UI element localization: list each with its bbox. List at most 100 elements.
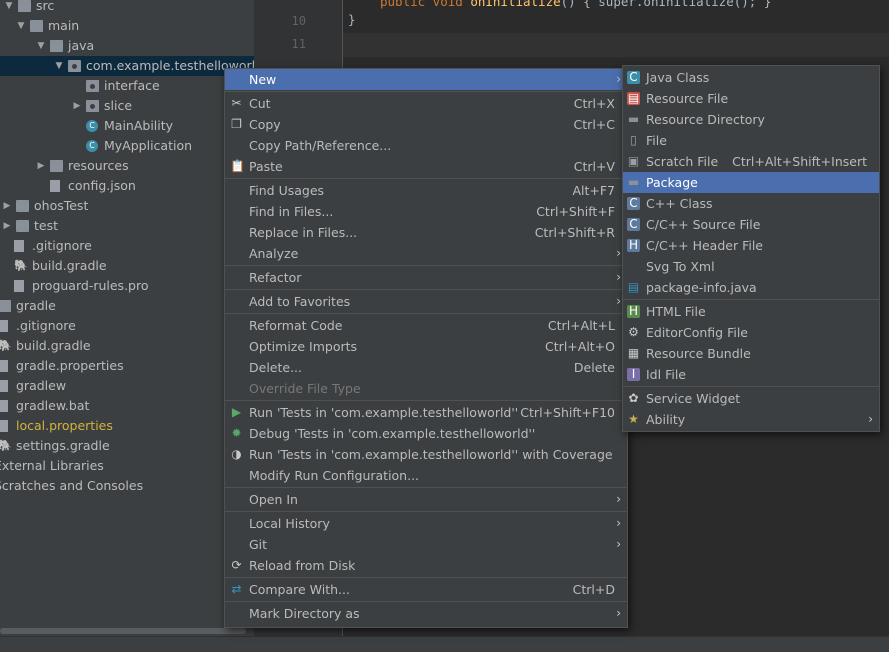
chevron-right-icon[interactable]: ▶	[36, 156, 46, 176]
tree-item[interactable]: proguard-rules.pro	[0, 276, 254, 296]
context-menu-item-reload-from-disk[interactable]: ⟳ Reload from Disk	[225, 555, 627, 576]
new-submenu-item-resource-file[interactable]: ▤ Resource File	[623, 88, 879, 109]
context-menu-item-copy-path-reference[interactable]: Copy Path/Reference...	[225, 135, 627, 156]
chevron-right-icon: ›	[616, 606, 621, 620]
chevron-down-icon[interactable]: ▼	[16, 16, 26, 36]
context-menu-item-find-usages[interactable]: Find Usages Alt+F7	[225, 180, 627, 201]
menu-item-shortcut: Ctrl+Alt+L	[547, 318, 615, 333]
context-menu-item-run-tests-in-com-example-testhelloworld[interactable]: ▶ Run 'Tests in 'com.example.testhellowor…	[225, 402, 627, 423]
cpp-source-icon: C	[627, 218, 640, 231]
context-menu-item-refactor[interactable]: Refactor ›	[225, 267, 627, 288]
chevron-right-icon[interactable]: ▶	[2, 196, 12, 216]
java-class-icon: C	[627, 71, 640, 84]
tree-item[interactable]: ▼ main	[0, 16, 254, 36]
tree-item[interactable]: 🐘 build.gradle	[0, 336, 254, 356]
new-submenu-item-file[interactable]: ▯ File	[623, 130, 879, 151]
tree-item[interactable]: 🐘 build.gradle	[0, 256, 254, 276]
menu-item-label: Find Usages	[249, 183, 325, 198]
new-submenu-item-java-class[interactable]: C Java Class	[623, 67, 879, 88]
menu-item-label: Optimize Imports	[249, 339, 358, 354]
tree-item[interactable]: C MainAbility	[0, 116, 254, 136]
gradle-icon: 🐘	[14, 259, 28, 272]
menu-item-label: Package	[646, 175, 698, 190]
new-submenu-item-service-widget[interactable]: ✿ Service Widget	[623, 388, 879, 409]
tree-item[interactable]: ▶gradle	[0, 296, 254, 316]
context-menu-item-compare-with[interactable]: ⇄ Compare With... Ctrl+D	[225, 579, 627, 600]
context-menu-item-run-tests-in-com-example-testhelloworld-[interactable]: ◑ Run 'Tests in 'com.example.testhellowor…	[225, 444, 627, 465]
tree-item[interactable]: ▶ ohosTest	[0, 196, 254, 216]
new-submenu-item-html-file[interactable]: H HTML File	[623, 301, 879, 322]
tree-item[interactable]: .gitignore	[0, 316, 254, 336]
context-menu-item-cut[interactable]: ✂ Cut Ctrl+X	[225, 93, 627, 114]
tree-horizontal-scrollbar[interactable]	[0, 628, 246, 634]
context-menu-item-reformat-code[interactable]: Reformat Code Ctrl+Alt+L	[225, 315, 627, 336]
tree-item[interactable]: interface	[0, 76, 254, 96]
json-file-icon	[50, 180, 60, 192]
menu-item-label: Cut	[249, 96, 271, 111]
chevron-right-icon: ›	[616, 492, 621, 506]
tree-item[interactable]: 🐘 settings.gradle	[0, 436, 254, 456]
chevron-down-icon[interactable]: ▼	[4, 0, 14, 16]
context-menu-item-paste[interactable]: 📋 Paste Ctrl+V	[225, 156, 627, 177]
menu-item-label: Resource Directory	[646, 112, 765, 127]
tree-item[interactable]: config.json	[0, 176, 254, 196]
context-menu-item-copy[interactable]: ❐ Copy Ctrl+C	[225, 114, 627, 135]
code-line-9[interactable]: public void onInitialize() { super.onIni…	[380, 0, 771, 9]
folder-icon	[16, 200, 29, 212]
tree-item[interactable]: local.properties	[0, 416, 254, 436]
context-menu-item-delete[interactable]: Delete... Delete	[225, 357, 627, 378]
new-submenu-item-scratch-file[interactable]: ▣ Scratch File Ctrl+Alt+Shift+Insert	[623, 151, 879, 172]
tree-item[interactable]: gradlew	[0, 376, 254, 396]
chevron-right-icon[interactable]: ▶	[72, 96, 82, 116]
context-menu-item-git[interactable]: Git ›	[225, 534, 627, 555]
context-menu-item-new[interactable]: New ›	[225, 69, 627, 90]
scratch-file-icon: ▣	[627, 154, 640, 168]
tree-item[interactable]: .gitignore	[0, 236, 254, 256]
new-submenu-item-package-info-java[interactable]: ▤ package-info.java	[623, 277, 879, 298]
tree-item[interactable]: gradlew.bat	[0, 396, 254, 416]
tree-item[interactable]: ▼ com.example.testhelloworld	[0, 56, 254, 76]
chevron-down-icon[interactable]: ▼	[36, 36, 46, 56]
tree-item[interactable]: gradle.properties	[0, 356, 254, 376]
menu-item-label: Copy Path/Reference...	[249, 138, 392, 153]
context-menu-item-debug-tests-in-com-example-testhelloworl[interactable]: ✹ Debug 'Tests in 'com.example.testhellow…	[225, 423, 627, 444]
context-menu-item-analyze[interactable]: Analyze ›	[225, 243, 627, 264]
context-menu-item-local-history[interactable]: Local History ›	[225, 513, 627, 534]
tree-item[interactable]: ▼ src	[0, 0, 254, 16]
new-submenu-item-editorconfig-file[interactable]: ⚙ EditorConfig File	[623, 322, 879, 343]
menu-item-label: Resource File	[646, 91, 729, 106]
new-submenu-item-svg-to-xml[interactable]: Svg To Xml	[623, 256, 879, 277]
menu-item-label: HTML File	[646, 304, 706, 319]
tree-item[interactable]: ▶ slice	[0, 96, 254, 116]
chevron-right-icon[interactable]: ▶	[2, 216, 12, 236]
new-submenu-item-idl-file[interactable]: I Idl File	[623, 364, 879, 385]
tree-item[interactable]: C MyApplication	[0, 136, 254, 156]
chevron-down-icon[interactable]: ▼	[54, 56, 64, 76]
new-submenu-item-resource-directory[interactable]: ▬ Resource Directory	[623, 109, 879, 130]
context-menu-item-mark-directory-as[interactable]: Mark Directory as ›	[225, 603, 627, 624]
tree-item[interactable]: ▼ java	[0, 36, 254, 56]
tree-item[interactable]: ▶External Libraries	[0, 456, 254, 476]
folder-icon: ▬	[627, 112, 640, 126]
new-submenu-item-c-c-header-file[interactable]: H C/C++ Header File	[623, 235, 879, 256]
code-line-10[interactable]: }	[348, 12, 356, 27]
new-submenu-item-c-class[interactable]: C C++ Class	[623, 193, 879, 214]
context-menu-item-find-in-files[interactable]: Find in Files... Ctrl+Shift+F	[225, 201, 627, 222]
new-submenu-item-resource-bundle[interactable]: ▦ Resource Bundle	[623, 343, 879, 364]
compare-icon: ⇄	[231, 582, 242, 596]
context-menu-item-open-in[interactable]: Open In ›	[225, 489, 627, 510]
menu-item-shortcut: Alt+F7	[572, 183, 615, 198]
new-submenu-item-c-c-source-file[interactable]: C C/C++ Source File	[623, 214, 879, 235]
context-menu-item-optimize-imports[interactable]: Optimize Imports Ctrl+Alt+O	[225, 336, 627, 357]
menu-item-label: Run 'Tests in 'com.example.testhelloworl…	[249, 447, 613, 462]
tree-item[interactable]: ▶ resources	[0, 156, 254, 176]
context-menu-item-add-to-favorites[interactable]: Add to Favorites ›	[225, 291, 627, 312]
context-menu-item-replace-in-files[interactable]: Replace in Files... Ctrl+Shift+R	[225, 222, 627, 243]
tree-item[interactable]: ▶ test	[0, 216, 254, 236]
project-tree[interactable]: ▼ src ▼ main ▼ java ▼ com.example.testhelloworl…	[0, 0, 254, 636]
new-submenu-item-package[interactable]: ▬ Package	[623, 172, 879, 193]
new-submenu-item-ability[interactable]: ★ Ability ›	[623, 409, 879, 430]
folder-icon	[0, 300, 11, 312]
context-menu-item-modify-run-configuration[interactable]: Modify Run Configuration...	[225, 465, 627, 486]
tree-item[interactable]: ▶Scratches and Consoles	[0, 476, 254, 496]
